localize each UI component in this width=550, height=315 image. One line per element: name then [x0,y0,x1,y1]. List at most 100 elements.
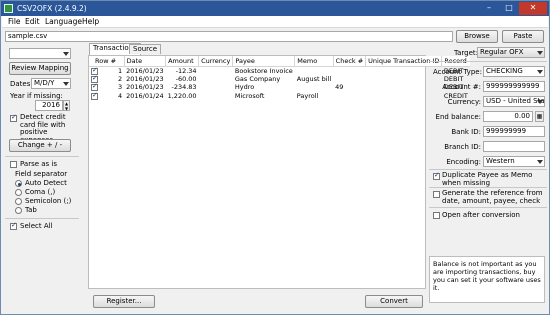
divider [429,61,547,62]
info-panel: Balance is not important as you are impo… [429,256,545,303]
column-header-check[interactable]: Check # [333,56,367,67]
table-row[interactable]: 1 2016/01/23 -12.34 Bookstore Invoice DE… [89,66,470,75]
generate-ref-checkbox[interactable] [433,191,440,198]
memo-cell: August bill [296,74,332,83]
memo-cell [295,66,333,75]
calculator-icon[interactable]: ▦ [535,111,544,122]
column-header-date[interactable]: Date [124,56,167,67]
minimize-icon[interactable]: – [479,2,499,15]
separator-radio-auto[interactable] [15,180,22,187]
amount-cell: 1,220.00 [167,91,197,100]
chevron-down-icon [537,70,543,74]
chevron-down-icon [63,82,69,86]
payee-cell: Bookstore Invoice [234,66,293,75]
currency-cell [199,66,233,75]
select-all-checkbox[interactable] [10,221,17,230]
account-type-select[interactable]: CHECKING [483,66,545,77]
end-balance-input[interactable]: 0.00 [483,111,533,122]
divider [5,218,79,219]
amount-cell: -60.00 [175,74,197,83]
uid-cell [366,66,442,75]
close-icon[interactable]: ✕ [519,2,547,15]
check-cell [333,66,366,75]
browse-button[interactable]: Browse [456,30,498,43]
encoding-select[interactable]: Western [483,156,545,167]
menu-help[interactable]: Help [82,17,99,26]
convert-button[interactable]: Convert [365,295,423,308]
title-bar: CSV2OFX (2.4.9.2) – □ ✕ [1,1,549,16]
mapping-select[interactable] [9,48,71,59]
duplicate-payee-checkbox[interactable] [433,171,440,180]
row-number-cell: 1 [89,66,124,75]
separator-label-auto: Auto Detect [25,179,67,187]
table-row[interactable]: 3 2016/01/23 -234.83 Hydro 49 DEBIT [89,83,470,92]
menu-bar: File Edit Language Help [2,16,548,28]
amount-cell: -12.34 [175,66,197,75]
window-title: CSV2OFX (2.4.9.2) [17,4,87,13]
branch-id-label: Branch ID: [444,143,481,151]
column-header-amount[interactable]: Amount [165,56,200,67]
divider [429,207,547,208]
account-number-input[interactable]: 999999999999 [483,81,545,92]
maximize-icon[interactable]: □ [499,2,519,15]
row-checkbox[interactable] [91,92,98,100]
dates-select[interactable]: M/D/Y [31,78,71,89]
tab-source[interactable]: Source [129,44,162,54]
menu-file[interactable]: File [8,17,21,26]
menu-language[interactable]: Language [45,17,82,26]
year-label: Year if missing: [10,92,63,100]
row-number-cell: 4 [89,92,124,101]
column-header-payee[interactable]: Payee [232,56,296,67]
memo-cell [295,83,333,92]
divider [429,187,547,188]
file-path-input[interactable]: sample.csv [5,31,453,42]
payee-cell: Hydro [234,83,255,92]
check-cell [333,92,366,101]
separator-label-semicolon: Semicolon (;) [25,197,72,205]
menu-edit[interactable]: Edit [25,17,40,26]
separator-label-tab: Tab [25,206,37,214]
currency-label: Currency: [447,98,481,106]
separator-radio-semicolon[interactable] [15,198,22,205]
chevron-down-icon [537,100,543,104]
row-number-cell: 3 [89,83,124,92]
table-row[interactable]: 2 2016/01/23 -60.00 Gas Company August b… [89,75,470,84]
column-header-currency[interactable]: Currency [198,56,234,67]
branch-id-input[interactable] [483,141,545,152]
review-mapping-button[interactable]: Review Mapping [9,62,71,75]
row-number-cell: 2 [89,75,124,84]
currency-cell [199,83,233,92]
year-input[interactable]: 2016 [35,100,63,111]
currency-cell [199,75,233,84]
separator-radio-tab[interactable] [15,207,22,214]
uid-cell [366,92,442,101]
column-header-memo[interactable]: Memo [294,56,334,67]
uid-cell [366,75,442,84]
app-window: CSV2OFX (2.4.9.2) – □ ✕ File Edit Langua… [0,0,550,315]
app-icon [4,4,13,13]
divider [429,169,547,170]
check-cell: 49 [335,83,344,92]
separator-radio-coma[interactable] [15,189,22,196]
date-cell: 2016/01/23 [126,66,164,75]
paste-button[interactable]: Paste [502,30,544,43]
table-row[interactable]: 4 2016/01/24 1,220.00 Microsoft Payroll … [89,92,470,101]
target-select[interactable]: Regular OFX [477,47,545,58]
end-balance-label: End balance: [435,113,481,121]
row-checkbox[interactable] [91,75,98,83]
open-after-checkbox[interactable] [433,212,440,219]
parse-as-is-checkbox[interactable] [10,161,17,168]
row-checkbox[interactable] [91,83,98,91]
year-spinner[interactable]: ▲ ▼ [63,100,70,111]
detect-credit-checkbox[interactable] [10,113,17,122]
account-number-label: Account #: [442,83,481,91]
change-sign-button[interactable]: Change + / - [9,139,71,152]
column-header-row[interactable]: Row # [89,56,125,67]
register-button[interactable]: Register... [93,295,155,308]
bank-id-input[interactable]: 999999999 [483,126,545,137]
currency-select[interactable]: USD - United Sta [483,96,545,107]
currency-cell [199,92,233,101]
uid-cell [366,83,442,92]
divider [5,156,79,157]
row-checkbox[interactable] [91,66,98,75]
